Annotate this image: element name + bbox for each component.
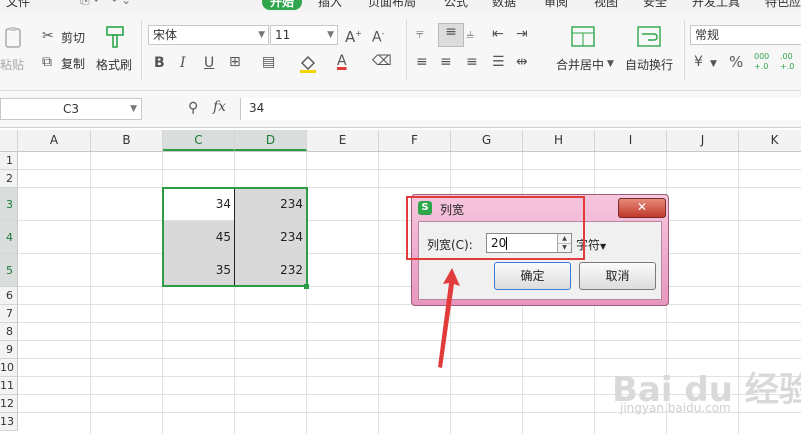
row-header-5[interactable]: 5	[0, 254, 18, 287]
gridline	[18, 169, 801, 170]
gridline	[378, 152, 379, 434]
fill-handle[interactable]	[304, 284, 309, 289]
row-header-8[interactable]: 8	[0, 323, 18, 341]
row-header-12[interactable]: 12	[0, 395, 18, 413]
gridline	[18, 358, 801, 359]
column-header-i[interactable]: I	[595, 130, 667, 151]
gridline	[18, 286, 801, 287]
column-header-e[interactable]: E	[307, 130, 379, 151]
column-header-k[interactable]: K	[739, 130, 801, 151]
watermark-url: jingyan.baidu.com	[620, 401, 731, 415]
selection-border	[162, 187, 308, 287]
row-header-10[interactable]: 10	[0, 359, 18, 377]
column-header-g[interactable]: G	[451, 130, 523, 151]
annotation-arrow-icon	[438, 268, 460, 368]
gridline	[18, 304, 801, 305]
column-header-f[interactable]: F	[379, 130, 451, 151]
gridline	[18, 187, 801, 188]
row-header-3[interactable]: 3	[0, 188, 18, 221]
row-header-6[interactable]: 6	[0, 287, 18, 305]
column-header-d[interactable]: D	[235, 130, 307, 151]
row-header-1[interactable]: 1	[0, 152, 18, 170]
row-header-2[interactable]: 2	[0, 170, 18, 188]
highlight-box	[406, 196, 585, 260]
close-icon: ✕	[636, 200, 648, 214]
column-header-b[interactable]: B	[91, 130, 163, 151]
column-header-a[interactable]: A	[18, 130, 91, 151]
ok-button[interactable]: 确定	[494, 262, 571, 290]
gridline	[18, 340, 801, 341]
cancel-button[interactable]: 取消	[579, 262, 656, 290]
row-header-4[interactable]: 4	[0, 221, 18, 254]
select-all-corner[interactable]	[0, 130, 18, 151]
row-header-11[interactable]: 11	[0, 377, 18, 395]
column-header-j[interactable]: J	[667, 130, 739, 151]
row-header-7[interactable]: 7	[0, 305, 18, 323]
row-header-13[interactable]: 13	[0, 413, 18, 431]
gridline	[18, 322, 801, 323]
column-header-h[interactable]: H	[523, 130, 595, 151]
chevron-down-icon: ▼	[600, 242, 607, 251]
column-header-c[interactable]: C	[163, 130, 235, 151]
close-button[interactable]: ✕	[618, 198, 666, 218]
row-header-9[interactable]: 9	[0, 341, 18, 359]
gridline	[90, 152, 91, 434]
column-header-bar: A B C D E F G H I J K	[0, 130, 801, 152]
